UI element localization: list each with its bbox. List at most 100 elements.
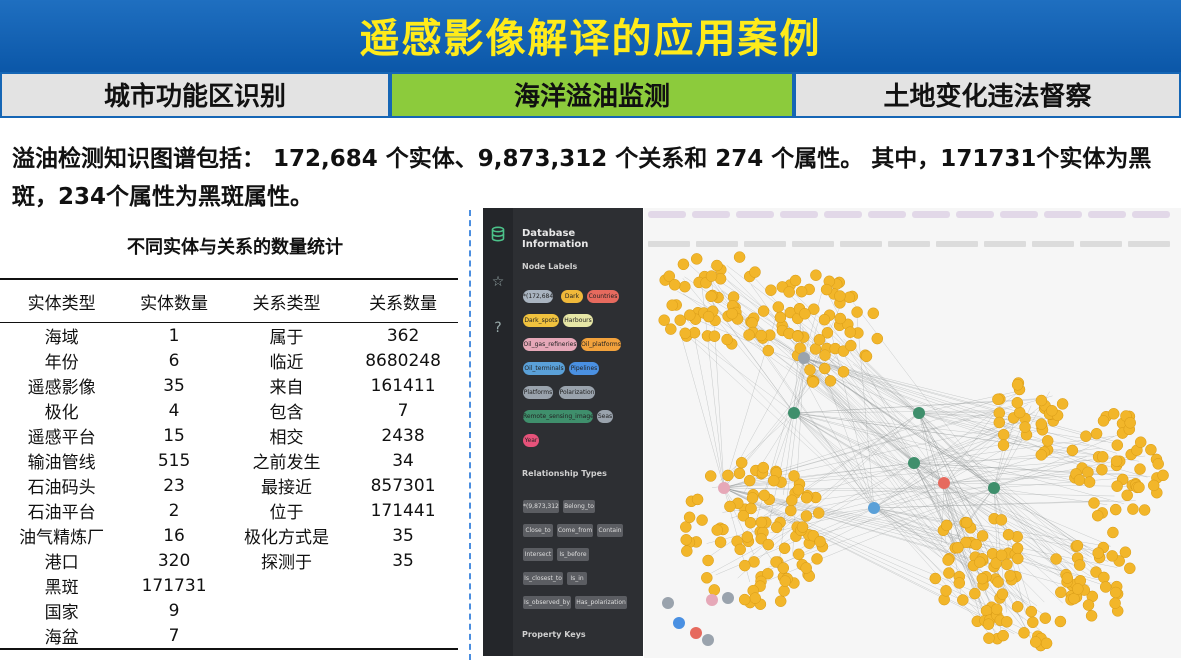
graph-node[interactable] (794, 342, 806, 354)
graph-node[interactable] (1109, 503, 1122, 516)
graph-node[interactable] (819, 349, 831, 361)
graph-node[interactable] (1085, 610, 1098, 622)
graph-node[interactable] (990, 603, 1003, 615)
graph-node[interactable] (785, 504, 797, 517)
graph-node[interactable] (1111, 439, 1124, 451)
graph-node[interactable] (711, 524, 723, 536)
graph-node[interactable] (1035, 394, 1048, 407)
graph-node[interactable] (974, 556, 986, 568)
graph-node[interactable] (741, 531, 754, 543)
graph-node[interactable] (844, 326, 856, 338)
graph-node[interactable] (767, 474, 780, 487)
graph-node[interactable] (1082, 599, 1095, 611)
graph-node[interactable] (796, 521, 809, 533)
graph-node[interactable] (1134, 436, 1147, 448)
graph-hub-node[interactable] (908, 457, 920, 469)
graph-node[interactable] (777, 562, 790, 574)
graph-node[interactable] (1073, 559, 1086, 571)
graph-node[interactable] (1011, 379, 1024, 391)
graph-node[interactable] (1127, 503, 1139, 515)
graph-node[interactable] (942, 554, 954, 566)
relationship-type-chip[interactable]: Belong_to (563, 500, 595, 513)
graph-node[interactable] (684, 309, 696, 321)
graph-node[interactable] (1082, 466, 1094, 479)
graph-node[interactable] (706, 594, 718, 606)
graph-node[interactable] (658, 314, 670, 326)
graph-node[interactable] (1011, 600, 1024, 613)
graph-node[interactable] (662, 597, 674, 609)
node-label-pill[interactable]: Remote_sensing_image (523, 410, 593, 423)
graph-node[interactable] (679, 280, 691, 293)
graph-node[interactable] (1138, 504, 1151, 516)
graph-node[interactable] (680, 534, 692, 546)
node-label-pill[interactable]: *(172,684) (523, 290, 553, 303)
graph-node[interactable] (745, 502, 757, 515)
graph-node[interactable] (992, 393, 1004, 406)
graph-node[interactable] (677, 258, 690, 271)
graph-node[interactable] (810, 269, 822, 281)
node-label-pill[interactable]: Year (523, 434, 539, 447)
graph-node[interactable] (982, 618, 995, 630)
node-label-pill[interactable]: Seas (597, 410, 613, 423)
graph-node[interactable] (1109, 597, 1121, 609)
relationship-type-chip[interactable]: Contain (597, 524, 623, 537)
graph-node[interactable] (772, 301, 785, 313)
relationship-type-chip[interactable]: Is_observed_by (523, 596, 571, 609)
graph-node[interactable] (783, 286, 795, 298)
graph-node[interactable] (1061, 572, 1074, 584)
graph-node[interactable] (960, 516, 973, 529)
graph-node[interactable] (1098, 571, 1110, 584)
graph-node[interactable] (837, 366, 850, 378)
graph-node[interactable] (791, 330, 804, 342)
node-label-pill[interactable]: Polarization (559, 386, 595, 399)
graph-node[interactable] (792, 483, 805, 496)
graph-node[interactable] (702, 634, 714, 646)
graph-node[interactable] (1027, 616, 1039, 629)
graph-node[interactable] (871, 332, 884, 345)
graph-node[interactable] (683, 511, 696, 524)
graph-node[interactable] (940, 519, 953, 532)
relationship-type-chip[interactable]: Intersect (523, 548, 553, 561)
graph-node[interactable] (867, 307, 880, 320)
graph-node[interactable] (818, 313, 831, 326)
graph-node[interactable] (743, 474, 756, 487)
graph-node[interactable] (1096, 463, 1108, 476)
graph-node[interactable] (795, 285, 808, 298)
node-label-pill[interactable]: Pipelines (569, 362, 599, 375)
graph-node[interactable] (820, 283, 833, 296)
graph-node[interactable] (722, 469, 734, 482)
graph-node[interactable] (778, 585, 790, 597)
graph-node[interactable] (726, 307, 738, 320)
graph-node[interactable] (1004, 569, 1016, 582)
graph-node[interactable] (738, 593, 751, 606)
graph-node[interactable] (929, 572, 942, 585)
graph-node[interactable] (679, 327, 691, 340)
graph-node[interactable] (1088, 497, 1100, 509)
graph-node[interactable] (1134, 463, 1146, 475)
node-label-pill[interactable]: Platforms (523, 386, 553, 399)
graph-node[interactable] (953, 577, 966, 589)
graph-node[interactable] (1055, 586, 1067, 599)
graph-node[interactable] (673, 617, 685, 629)
graph-node[interactable] (834, 312, 847, 325)
graph-node[interactable] (721, 333, 733, 346)
graph-node[interactable] (708, 330, 721, 342)
relationship-type-chip[interactable]: Close_to (523, 524, 553, 537)
graph-node[interactable] (749, 592, 761, 604)
graph-node[interactable] (1097, 415, 1110, 427)
graph-node[interactable] (786, 494, 798, 507)
graph-node[interactable] (1050, 553, 1062, 565)
graph-node[interactable] (799, 308, 811, 320)
graph-node[interactable] (1096, 451, 1109, 463)
graph-node[interactable] (1019, 421, 1031, 433)
graph-node[interactable] (762, 538, 775, 551)
node-label-pill[interactable]: Oil_gas_refineries (523, 338, 577, 351)
graph-node[interactable] (1066, 444, 1079, 457)
star-icon[interactable]: ☆ (490, 274, 506, 290)
graph-node[interactable] (666, 299, 678, 311)
graph-node[interactable] (1012, 552, 1024, 565)
graph-node[interactable] (1147, 479, 1160, 492)
graph-node[interactable] (1035, 418, 1048, 430)
graph-node[interactable] (1133, 481, 1145, 494)
graph-node[interactable] (1124, 562, 1136, 575)
